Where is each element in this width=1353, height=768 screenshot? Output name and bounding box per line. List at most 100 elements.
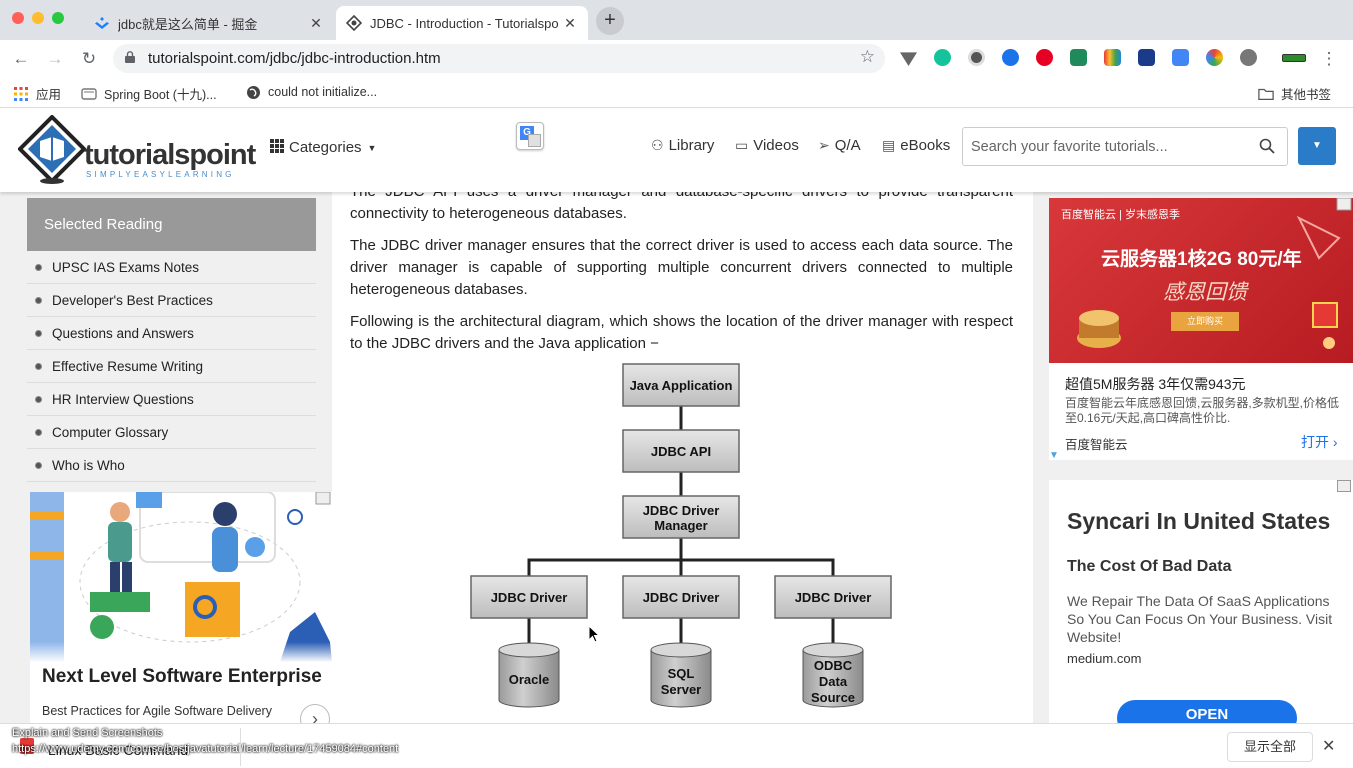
ad-title: Next Level Software Enterprise [42, 666, 322, 687]
adchoices-icon[interactable] [1337, 480, 1351, 492]
mouse-cursor-icon [588, 625, 600, 643]
video-icon: ▭ [735, 137, 749, 153]
reload-icon[interactable]: ↻ [78, 48, 100, 70]
bookmark-star-icon[interactable]: ☆ [860, 47, 875, 67]
status-url: https://www.udemy.com/course/bestjavatut… [12, 743, 399, 755]
nav-library[interactable]: ⚇ Library [651, 137, 714, 154]
bookmarks-bar: 应用 Spring Boot (十九)... could not initial… [0, 77, 1353, 108]
address-bar[interactable]: tutorialspoint.com/jdbc/jdbc-introductio… [113, 44, 885, 73]
folder-icon [1258, 86, 1274, 102]
sidebar-heading: Selected Reading [27, 198, 316, 251]
extension-vue-icon[interactable] [900, 52, 917, 66]
categories-menu[interactable]: Categories ▼ [270, 139, 376, 156]
right-ads: 百度智能云 | 岁末感恩季 云服务器1核2G 80元/年 感恩回馈 立即购买 超… [1049, 192, 1353, 723]
nav-qa[interactable]: ➢ Q/A [818, 137, 861, 154]
sidebar-item-qa[interactable]: Questions and Answers [27, 317, 316, 350]
sidebar-item-best-practices[interactable]: Developer's Best Practices [27, 284, 316, 317]
db-label: ODBC [814, 658, 853, 673]
extension-blue-icon[interactable] [1002, 49, 1019, 66]
adchoices-icon[interactable]: ▼ [1049, 450, 1059, 461]
nav-ebooks-label: eBooks [900, 137, 951, 154]
syncari-ad[interactable]: Syncari In United States The Cost Of Bad… [1049, 480, 1353, 723]
nav-ebooks[interactable]: ▤ eBooks [882, 137, 950, 154]
download-bar: Linux Basic Command Explain and Send Scr… [0, 723, 1353, 768]
library-icon: ⚇ [651, 137, 664, 153]
bookmark-spring-boot[interactable]: Spring Boot (十九)... [81, 84, 217, 103]
sidebar-item-label: Questions and Answers [52, 326, 194, 341]
extension-circle-icon[interactable] [968, 49, 985, 66]
sidebar-item-hr[interactable]: HR Interview Questions [27, 383, 316, 416]
sidebar-item-resume[interactable]: Effective Resume Writing [27, 350, 316, 383]
back-icon[interactable]: ← [10, 48, 32, 70]
tab-jdbc-introduction[interactable]: JDBC - Introduction - Tutorialspo ✕ [336, 6, 588, 40]
bullet-icon [35, 429, 42, 436]
article-paragraph: Following is the architectural diagram, … [350, 313, 1013, 352]
baidu-buy-button[interactable]: 立即购买 [1171, 312, 1239, 331]
battery-icon[interactable] [1282, 54, 1306, 62]
show-all-button[interactable]: 显示全部 [1227, 732, 1313, 762]
bookmark-apps[interactable]: 应用 [13, 84, 61, 103]
categories-label: Categories [289, 139, 362, 156]
minimize-window-button[interactable] [32, 12, 44, 24]
baidu-ad[interactable]: 百度智能云 | 岁末感恩季 云服务器1核2G 80元/年 感恩回馈 立即购买 超… [1049, 198, 1353, 461]
extension-colors-icon[interactable] [1104, 49, 1121, 66]
box-label: JDBC Driver [491, 590, 568, 605]
lock-icon [125, 51, 135, 63]
extension-grammarly-icon[interactable] [934, 49, 951, 66]
extension-puzzle-icon[interactable] [1240, 49, 1257, 66]
bookmark-other[interactable]: 其他书签 [1258, 84, 1331, 103]
logo-tagline: SIMPLYEASYLEARNING [86, 170, 235, 179]
nav-videos[interactable]: ▭ Videos [735, 137, 799, 154]
box-jdbc-api: JDBC API [622, 429, 740, 473]
sidebar-item-label: HR Interview Questions [52, 392, 194, 407]
baidu-headline: 云服务器1核2G 80元/年 [1101, 249, 1302, 270]
google-translate-icon[interactable]: G [516, 122, 544, 150]
jdbc-architecture-diagram: Java Application JDBC API JDBC Driver Ma… [470, 363, 892, 708]
close-window-button[interactable] [12, 12, 24, 24]
sidebar-ad[interactable]: Next Level Software Enterprise Best Prac… [30, 492, 332, 723]
forward-icon[interactable]: → [44, 48, 66, 70]
bullet-icon [35, 363, 42, 370]
bookmark-label: 其他书签 [1281, 88, 1332, 102]
bookmark-label: could not initialize... [268, 85, 378, 99]
bullet-icon [35, 297, 42, 304]
close-download-bar-icon[interactable]: ✕ [1322, 736, 1335, 756]
close-tab-icon[interactable]: ✕ [562, 15, 578, 32]
extension-screen-icon[interactable] [1138, 49, 1155, 66]
extension-s-icon[interactable] [1070, 49, 1087, 66]
apps-grid-icon [13, 86, 29, 102]
bookmark-label: Spring Boot (十九)... [104, 88, 217, 102]
maximize-window-button[interactable] [52, 12, 64, 24]
syncari-title: Syncari In United States [1067, 508, 1331, 534]
sidebar-item-who[interactable]: Who is Who [27, 449, 316, 482]
site-logo[interactable]: tutorialspoint SIMPLYEASYLEARNING [18, 115, 258, 185]
menu-kebab-icon[interactable]: ⋮ [1318, 48, 1340, 70]
tab-strip: jdbc就是这么简单 - 掘金 ✕ JDBC - Introduction - … [0, 0, 1353, 40]
bookmark-could-not-initialize[interactable]: could not initialize... [245, 84, 377, 100]
tab-juejin[interactable]: jdbc就是这么简单 - 掘金 ✕ [84, 6, 334, 40]
box-label: JDBC Driver [643, 503, 720, 518]
dropdown-toggle-button[interactable]: ▼ [1298, 127, 1336, 165]
search-input[interactable] [963, 128, 1253, 165]
close-tab-icon[interactable]: ✕ [308, 15, 324, 32]
extension-pinterest-icon[interactable] [1036, 49, 1053, 66]
caret-down-icon: ▼ [367, 142, 377, 153]
main-article: The JDBC API uses a driver manager and d… [332, 192, 1033, 723]
tab-title: jdbc就是这么简单 - 掘金 [118, 16, 258, 32]
new-tab-button[interactable]: + [596, 7, 624, 35]
sidebar-item-upsc[interactable]: UPSC IAS Exams Notes [27, 251, 316, 284]
ad-illustration [30, 492, 332, 662]
sidebar-item-label: Who is Who [52, 458, 125, 473]
syncari-open-button[interactable]: OPEN [1117, 700, 1297, 723]
baidu-slogan: 感恩回馈 [1163, 281, 1247, 304]
extension-chrome-icon[interactable] [1206, 49, 1223, 66]
search-icon[interactable] [1259, 138, 1275, 154]
syncari-subtitle: The Cost Of Bad Data [1067, 558, 1232, 575]
box-label: Manager [654, 518, 707, 533]
globe-icon [245, 84, 261, 100]
box-label: Java Application [630, 378, 733, 393]
grid-icon [270, 139, 284, 156]
sidebar-item-glossary[interactable]: Computer Glossary [27, 416, 316, 449]
extension-translate-icon[interactable] [1172, 49, 1189, 66]
baidu-open-link[interactable]: 打开 › [1301, 432, 1338, 452]
